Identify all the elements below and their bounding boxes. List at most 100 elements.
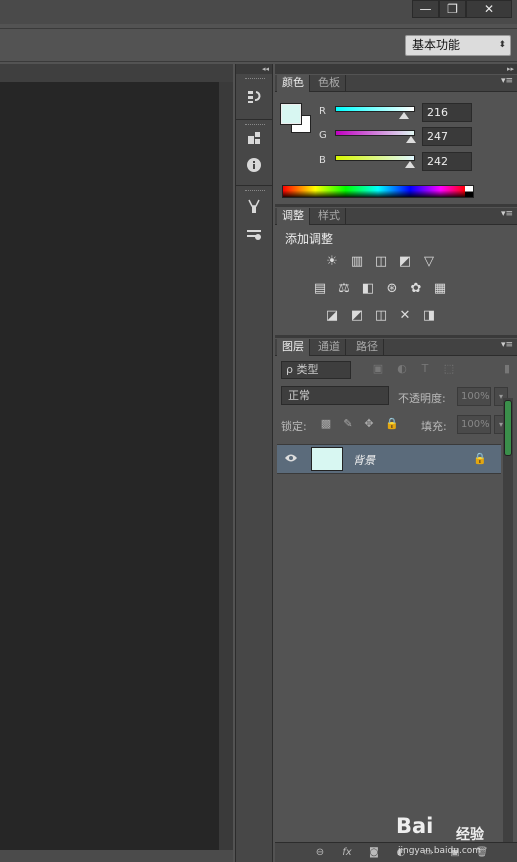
status-bar xyxy=(0,850,233,862)
gradient-map-icon[interactable]: ◨ xyxy=(420,308,438,324)
red-slider-thumb[interactable] xyxy=(399,112,409,119)
lock-label: 锁定: xyxy=(281,420,307,433)
shape-filter-icon[interactable]: ⬚ xyxy=(442,362,456,376)
watermark-brand-suffix: 经验 xyxy=(456,827,484,843)
photo-filter-icon[interactable]: ⊛ xyxy=(383,281,401,297)
watermark-brand: Bai xyxy=(396,814,434,838)
dock-grip[interactable] xyxy=(245,190,265,192)
options-bar: 基本功能 ⬍ xyxy=(0,28,517,62)
tab-color[interactable]: 颜色 xyxy=(277,75,310,92)
icon-dock: ◂◂ xyxy=(235,64,273,862)
baidu-watermark: Bai 经验 jingyan.baidu.com xyxy=(396,810,516,860)
blend-mode-select[interactable]: 正常 xyxy=(281,386,389,405)
collapse-dock-icon[interactable]: ◂◂ xyxy=(236,64,272,74)
layers-panel-tabs: 图层 通道 路径 ▾≡ xyxy=(275,339,517,356)
color-panel-tabs: 颜色 色板 ▾≡ xyxy=(275,75,517,92)
history-icon[interactable] xyxy=(244,89,264,109)
dock-divider xyxy=(236,119,272,120)
pixel-filter-icon[interactable]: ▣ xyxy=(371,362,385,376)
exposure-icon[interactable]: ◩ xyxy=(396,254,414,270)
layers-scrollbar[interactable] xyxy=(503,398,513,843)
layer-thumbnail xyxy=(311,447,343,471)
brightness-contrast-icon[interactable]: ☀ xyxy=(323,254,341,270)
panel-dock: ▸▸ 颜色 色板 ▾≡ R 216 G 247 B 242 调整 样式 ▾≡ 添… xyxy=(275,64,517,862)
dock-grip[interactable] xyxy=(245,78,265,80)
color-balance-icon[interactable]: ⚖ xyxy=(335,281,353,297)
curves-icon[interactable]: ◫ xyxy=(372,254,390,270)
watermark-url: jingyan.baidu.com xyxy=(398,846,482,856)
link-layers-icon[interactable]: ⊖ xyxy=(313,846,327,860)
threshold-icon[interactable]: ◫ xyxy=(372,308,390,324)
layer-lock-icon: 🔒 xyxy=(473,452,487,465)
black-white-icon[interactable]: ◧ xyxy=(359,281,377,297)
restore-button[interactable]: ❐ xyxy=(439,0,466,18)
fill-input[interactable]: 100% xyxy=(457,415,491,434)
lock-transparent-icon[interactable]: ▩ xyxy=(319,417,333,431)
panel-separator xyxy=(275,204,517,207)
lock-all-icon[interactable]: 🔒 xyxy=(385,417,399,431)
foreground-color-swatch[interactable] xyxy=(281,104,301,124)
minimize-button[interactable]: — xyxy=(412,0,439,18)
lock-position-icon[interactable]: ✥ xyxy=(362,417,376,431)
filter-toggle-icon[interactable]: ▮ xyxy=(500,362,514,376)
green-slider-thumb[interactable] xyxy=(406,136,416,143)
tab-styles[interactable]: 样式 xyxy=(313,208,346,225)
channel-mixer-icon[interactable]: ✿ xyxy=(407,281,425,297)
panel-menu-icon[interactable]: ▾≡ xyxy=(501,340,513,350)
tab-layers[interactable]: 图层 xyxy=(277,339,310,356)
close-button[interactable]: ✕ xyxy=(466,0,512,18)
type-filter-icon[interactable]: T xyxy=(418,362,432,376)
color-lookup-icon[interactable]: ▦ xyxy=(431,281,449,297)
title-bar: — ❐ ✕ xyxy=(0,0,517,24)
workspace-select[interactable]: 基本功能 ⬍ xyxy=(405,35,511,56)
adjustment-filter-icon[interactable]: ◐ xyxy=(395,362,409,376)
layer-filter-kind-select[interactable]: ρ 类型 xyxy=(281,361,351,379)
green-channel-label: G xyxy=(319,130,327,141)
blue-channel-slider[interactable] xyxy=(335,155,415,161)
photoshop-window: — ❐ ✕ 基本功能 ⬍ ◂◂ ▸▸ 颜色 色板 ▾≡ R 216 G 247 … xyxy=(0,0,517,862)
panel-separator xyxy=(275,335,517,338)
invert-icon[interactable]: ◪ xyxy=(323,308,341,324)
vibrance-icon[interactable]: ▽ xyxy=(420,254,438,270)
hue-saturation-icon[interactable]: ▤ xyxy=(311,281,329,297)
layer-name[interactable]: 背景 xyxy=(353,452,375,468)
tab-swatches[interactable]: 色板 xyxy=(313,75,346,92)
add-mask-icon[interactable]: ◙ xyxy=(367,846,381,860)
expand-dock-icon[interactable]: ▸▸ xyxy=(275,64,517,74)
green-value-input[interactable]: 247 xyxy=(422,127,472,146)
brush-presets-icon[interactable] xyxy=(244,198,264,218)
color-spectrum-ramp[interactable] xyxy=(282,185,474,198)
tab-adjustments[interactable]: 调整 xyxy=(277,208,310,225)
adjustments-panel-tabs: 调整 样式 ▾≡ xyxy=(275,208,517,225)
opacity-label: 不透明度: xyxy=(398,392,446,405)
lock-image-icon[interactable]: ✎ xyxy=(341,417,355,431)
layers-scrollbar-thumb[interactable] xyxy=(504,400,512,456)
panel-menu-icon[interactable]: ▾≡ xyxy=(501,209,513,219)
select-arrow-icon: ⬍ xyxy=(498,40,506,50)
brush-icon[interactable] xyxy=(244,226,264,246)
red-value-input[interactable]: 216 xyxy=(422,103,472,122)
properties-icon[interactable] xyxy=(244,130,264,150)
posterize-icon[interactable]: ◩ xyxy=(348,308,366,324)
red-channel-label: R xyxy=(319,106,326,117)
selective-color-icon[interactable]: ✕ xyxy=(396,308,414,324)
layer-row[interactable]: 背景 🔒 xyxy=(277,444,501,474)
panel-menu-icon[interactable]: ▾≡ xyxy=(501,76,513,86)
info-icon[interactable] xyxy=(244,157,264,177)
tab-channels[interactable]: 通道 xyxy=(313,339,346,356)
canvas-vertical-scrollbar[interactable] xyxy=(219,82,233,850)
levels-icon[interactable]: ▥ xyxy=(348,254,366,270)
tab-paths[interactable]: 路径 xyxy=(351,339,384,356)
green-channel-slider[interactable] xyxy=(335,130,415,136)
dock-divider xyxy=(236,185,272,186)
blue-slider-thumb[interactable] xyxy=(405,161,415,168)
layer-style-icon[interactable]: fx xyxy=(340,846,354,860)
blue-value-input[interactable]: 242 xyxy=(422,152,472,171)
black-white-swatch[interactable] xyxy=(465,186,473,197)
visibility-eye-icon[interactable] xyxy=(283,451,299,467)
opacity-input[interactable]: 100% xyxy=(457,387,491,406)
workspace-label: 基本功能 xyxy=(412,38,461,52)
dock-grip[interactable] xyxy=(245,124,265,126)
document-canvas[interactable] xyxy=(0,82,219,850)
document-tab-strip xyxy=(0,64,233,82)
